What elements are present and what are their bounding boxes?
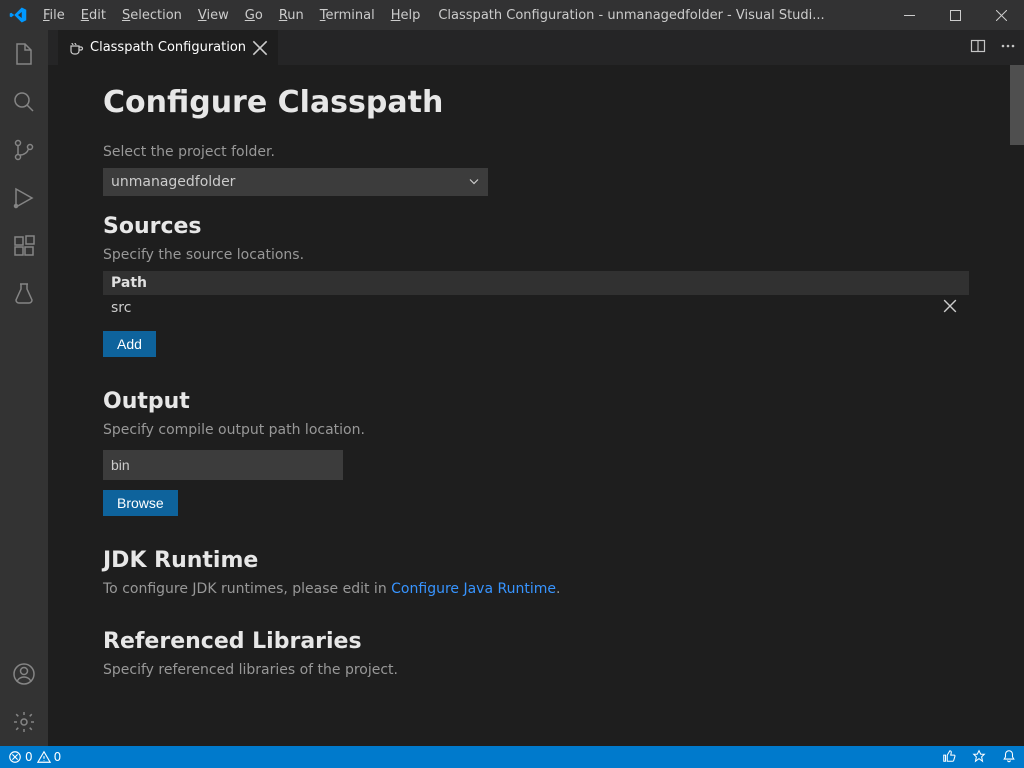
sources-col-path: Path — [103, 271, 969, 295]
scrollbar-thumb[interactable] — [1010, 65, 1024, 145]
output-desc: Specify compile output path location. — [103, 422, 969, 438]
settings-gear-icon[interactable] — [0, 698, 48, 746]
menu-help[interactable]: Help — [383, 8, 429, 23]
content-scroll[interactable]: Configure Classpath Select the project f… — [48, 65, 1024, 746]
status-errors[interactable]: 0 — [8, 750, 33, 764]
extensions-icon[interactable] — [0, 222, 48, 270]
menu-file[interactable]: File — [35, 8, 73, 23]
thumbs-up-icon[interactable] — [942, 749, 956, 766]
menu-bar: File Edit Selection View Go Run Terminal… — [35, 8, 428, 23]
menu-run[interactable]: Run — [271, 8, 312, 23]
sources-desc: Specify the source locations. — [103, 247, 969, 263]
coffee-icon — [68, 40, 84, 56]
feedback-icon[interactable] — [972, 749, 986, 766]
menu-selection[interactable]: Selection — [114, 8, 190, 23]
window-title: Classpath Configuration - unmanagedfolde… — [428, 8, 886, 23]
split-editor-icon[interactable] — [970, 38, 986, 58]
window-controls — [886, 0, 1024, 30]
project-select[interactable]: unmanagedfolder — [103, 168, 488, 196]
more-actions-icon[interactable] — [1000, 38, 1016, 58]
page-heading: Configure Classpath — [103, 85, 969, 120]
status-bar: 0 0 — [0, 746, 1024, 768]
testing-icon[interactable] — [0, 270, 48, 318]
menu-terminal[interactable]: Terminal — [312, 8, 383, 23]
output-heading: Output — [103, 389, 969, 414]
accounts-icon[interactable] — [0, 650, 48, 698]
ref-libs-desc: Specify referenced libraries of the proj… — [103, 662, 969, 678]
search-icon[interactable] — [0, 78, 48, 126]
tab-label: Classpath Configuration — [90, 40, 246, 55]
menu-view[interactable]: View — [190, 8, 237, 23]
remove-source-icon[interactable] — [939, 299, 961, 317]
vscode-logo-icon — [0, 6, 35, 24]
maximize-button[interactable] — [932, 0, 978, 30]
activity-bar — [0, 30, 48, 746]
sources-table: Path src — [103, 271, 969, 321]
menu-go[interactable]: Go — [237, 8, 271, 23]
browse-output-button[interactable]: Browse — [103, 490, 178, 516]
project-label: Select the project folder. — [103, 144, 969, 160]
jdk-desc: To configure JDK runtimes, please edit i… — [103, 581, 969, 597]
run-debug-icon[interactable] — [0, 174, 48, 222]
explorer-icon[interactable] — [0, 30, 48, 78]
editor-pane: Classpath Configuration Configure Classp… — [48, 30, 1024, 746]
close-window-button[interactable] — [978, 0, 1024, 30]
source-path: src — [111, 300, 939, 316]
tab-bar: Classpath Configuration — [48, 30, 1024, 65]
menu-edit[interactable]: Edit — [73, 8, 114, 23]
ref-libs-heading: Referenced Libraries — [103, 629, 969, 654]
source-control-icon[interactable] — [0, 126, 48, 174]
jdk-heading: JDK Runtime — [103, 548, 969, 573]
sources-heading: Sources — [103, 214, 969, 239]
source-row: src — [103, 295, 969, 321]
configure-java-runtime-link[interactable]: Configure Java Runtime — [391, 581, 556, 597]
status-warnings[interactable]: 0 — [37, 750, 62, 764]
add-source-button[interactable]: Add — [103, 331, 156, 357]
project-select-value: unmanagedfolder — [103, 168, 488, 196]
output-path-input[interactable] — [103, 450, 343, 480]
tab-close-icon[interactable] — [252, 40, 268, 56]
minimize-button[interactable] — [886, 0, 932, 30]
notifications-bell-icon[interactable] — [1002, 749, 1016, 766]
tab-classpath-config[interactable]: Classpath Configuration — [58, 30, 278, 65]
title-bar: File Edit Selection View Go Run Terminal… — [0, 0, 1024, 30]
